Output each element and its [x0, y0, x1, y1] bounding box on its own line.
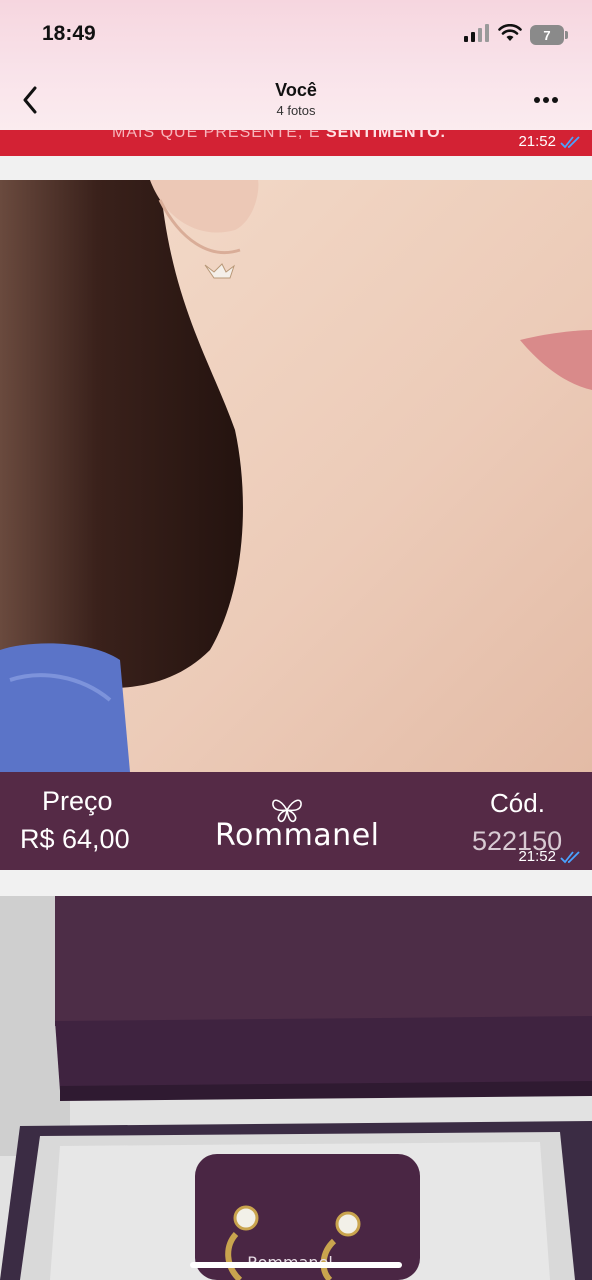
photo-2-image — [0, 180, 592, 772]
brand-name: Rommanel — [215, 818, 380, 853]
photo-1-timestamp: 21:52 — [518, 133, 556, 150]
more-icon — [534, 97, 558, 103]
photo-1[interactable]: MAIS QUE PRESENTE, É SENTIMENTO. — [0, 130, 592, 156]
nav-title: Você — [275, 80, 317, 100]
more-button[interactable] — [528, 86, 564, 114]
battery-icon: 7 — [530, 25, 568, 45]
nav-bar: Você 4 fotos — [0, 72, 592, 128]
nav-title-group: Você 4 fotos — [0, 80, 592, 118]
nav-subtitle: 4 fotos — [276, 103, 316, 118]
photo-1-caption: MAIS QUE PRESENTE, É SENTIMENTO. — [112, 130, 446, 142]
photo-1-meta: 21:52 — [518, 133, 582, 150]
status-icons: 7 — [464, 23, 568, 47]
photo-2-meta: 21:52 — [518, 848, 582, 865]
double-check-icon — [560, 135, 580, 148]
wifi-icon — [498, 23, 522, 47]
photo-2[interactable]: Preço R$ 64,00 Rommanel Cód. 522150 — [0, 180, 592, 870]
photo-3-image: Rommanel — [0, 896, 592, 1280]
caption-part-2: SENTIMENTO. — [325, 130, 446, 141]
photo-2-timestamp: 21:52 — [518, 848, 556, 865]
price-label: Preço — [42, 786, 113, 816]
signal-icon — [464, 23, 490, 47]
double-check-icon — [560, 850, 580, 863]
home-indicator — [190, 1262, 402, 1268]
photo-3[interactable]: Rommanel — [0, 896, 592, 1280]
caption-part-1: MAIS QUE PRESENTE, É — [112, 130, 326, 141]
top-header: 18:49 7 Você 4 fotos — [0, 0, 592, 132]
status-bar: 18:49 7 — [0, 0, 592, 70]
price-banner: Preço R$ 64,00 Rommanel Cód. 522150 — [0, 772, 592, 870]
code-label: Cód. — [490, 788, 545, 818]
price-value: R$ 64,00 — [20, 824, 130, 854]
status-time: 18:49 — [42, 22, 96, 45]
